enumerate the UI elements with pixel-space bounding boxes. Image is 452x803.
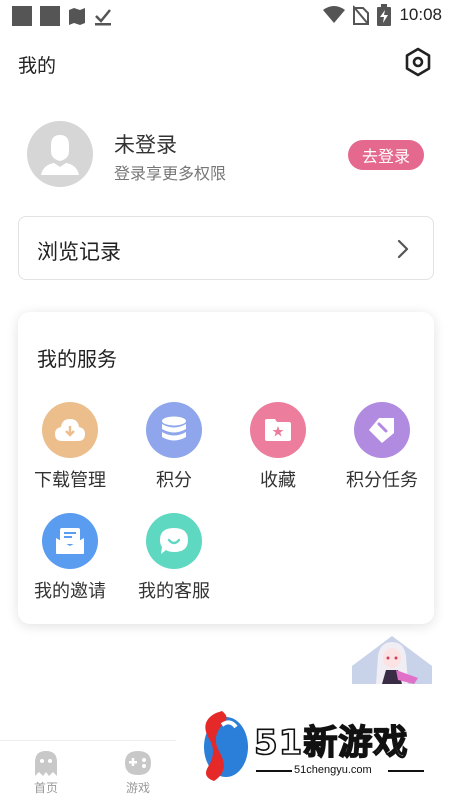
brand-logo-icon	[204, 711, 248, 781]
service-download-manager[interactable]: 下载管理	[18, 402, 122, 492]
profile-name: 未登录	[114, 133, 177, 157]
my-services-card: 我的服务 下载管理 积分 收藏 积分任务 我的邀请 我的客服	[18, 312, 434, 624]
battery-charging-icon	[377, 4, 392, 26]
profile-subtitle: 登录享更多权限	[114, 164, 227, 183]
gamepad-icon	[125, 751, 151, 775]
status-bar: 10:08	[0, 0, 452, 32]
task-tag-icon	[354, 402, 410, 458]
service-label: 收藏	[260, 470, 296, 491]
tab-label: 游戏	[125, 781, 150, 795]
service-my-invites[interactable]: 我的邀请	[18, 513, 122, 603]
settings-hex-icon[interactable]	[402, 46, 434, 78]
ad-domain: 51chengyu.com	[294, 764, 372, 776]
chat-bubble-icon	[146, 513, 202, 569]
clock: 10:08	[399, 5, 442, 24]
browse-history-label: 浏览记录	[37, 240, 121, 264]
service-point-tasks[interactable]: 积分任务	[330, 402, 434, 492]
floating-ad-character-image[interactable]	[352, 636, 432, 684]
favorite-folder-icon	[250, 402, 306, 458]
avatar[interactable]	[27, 121, 93, 187]
download-icon	[42, 402, 98, 458]
ad-logo-banner[interactable]: 51新游戏 51chengyu.com	[196, 705, 432, 790]
service-favorites[interactable]: 收藏	[226, 402, 330, 492]
service-customer-support[interactable]: 我的客服	[122, 513, 226, 603]
services-title: 我的服务	[37, 347, 117, 371]
service-label: 积分任务	[346, 470, 418, 491]
service-label: 我的邀请	[34, 581, 106, 602]
chevron-right-icon	[397, 239, 409, 259]
service-label: 积分	[156, 470, 192, 491]
no-sim-icon	[353, 5, 370, 25]
login-button[interactable]: 去登录	[348, 140, 424, 170]
service-points[interactable]: 积分	[122, 402, 226, 492]
tab-home[interactable]: 首页	[16, 749, 76, 796]
service-label: 下载管理	[34, 470, 106, 491]
wifi-icon	[323, 6, 346, 23]
notification-icon	[12, 6, 32, 26]
user-placeholder-icon	[41, 135, 79, 175]
tab-games[interactable]: 游戏	[108, 749, 168, 796]
notification-icon	[40, 6, 60, 26]
ad-divider-line	[388, 770, 424, 772]
browse-history-row[interactable]: 浏览记录	[18, 216, 434, 280]
ad-divider-line	[256, 770, 292, 772]
notification-icons	[12, 6, 112, 26]
ad-brand-name: 51新游戏	[253, 722, 409, 764]
ghost-icon	[35, 751, 57, 776]
coins-icon	[146, 402, 202, 458]
download-done-icon	[95, 9, 111, 26]
map-icon	[69, 8, 85, 25]
invite-envelope-icon	[42, 513, 98, 569]
bottom-tab-bar: 首页 游戏	[0, 740, 176, 803]
tab-label: 首页	[33, 781, 58, 795]
service-label: 我的客服	[138, 581, 210, 602]
page-title: 我的	[18, 55, 57, 77]
